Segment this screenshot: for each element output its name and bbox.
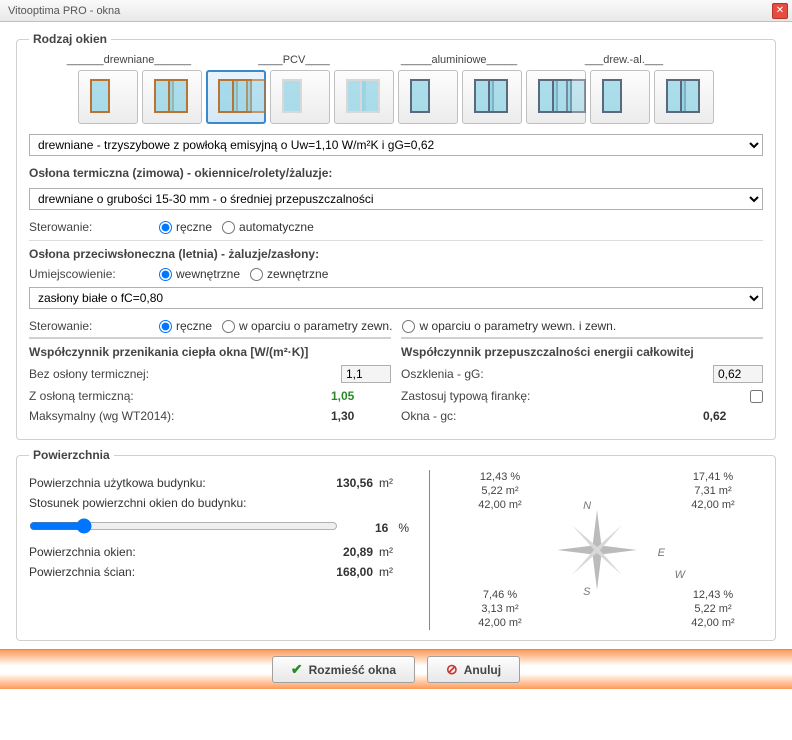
sun-ctrl-manual[interactable]: ręczne [159, 319, 212, 333]
usable-area-label: Powierzchnia użytkowa budynku: [29, 476, 309, 490]
windows-area-value: 20,89 [309, 545, 379, 559]
thermal-control-auto[interactable]: automatyczne [222, 220, 314, 234]
surface-legend: Powierzchnia [29, 448, 114, 462]
sun-ctrl-intext[interactable]: w oparciu o parametry wewn. i zewn. [402, 319, 616, 333]
ratio-label: Stosunek powierzchni okien do budynku: [29, 496, 409, 510]
window-type-select[interactable]: drewniane - trzyszybowe z powłoką emisyj… [29, 134, 763, 156]
compass-panel: N E W S 12,43 % 5,22 m² 42,00 m² 17,41 %… [429, 470, 763, 630]
g-window-label: Okna - gc: [401, 409, 703, 423]
window-drewal-2pane[interactable] [654, 70, 714, 124]
u-no-cover-label: Bez osłony termicznej: [29, 367, 341, 381]
sun-location-row: Umiejscowienie: wewnętrzne zewnętrzne [29, 267, 763, 281]
u-with-cover-label: Z osłoną termiczną: [29, 389, 331, 403]
u-no-cover-input[interactable] [341, 365, 391, 383]
window-wood-1pane[interactable] [78, 70, 138, 124]
ratio-value: 16 [348, 521, 388, 535]
g-window-value: 0,62 [703, 409, 763, 423]
surface-left: Powierzchnia użytkowa budynku: 130,56 m²… [29, 470, 409, 630]
usable-area-value: 130,56 [309, 476, 379, 490]
u-coeff-title: Współczynnik przenikania ciepła okna [W/… [29, 345, 391, 359]
window-category-labels: ______drewniane______ ____PCV____ _____a… [29, 54, 763, 66]
g-coeff-title: Współczynnik przepuszczalności energii c… [401, 345, 763, 359]
window-title: Vitooptima PRO - okna [8, 5, 772, 17]
window-pcv-1pane[interactable] [270, 70, 330, 124]
g-curtain-label: Zastosuj typową firankę: [401, 389, 750, 403]
surface-group: Powierzchnia Powierzchnia użytkowa budyn… [16, 448, 776, 641]
thermal-control-row: Sterowanie: ręczne automatyczne [29, 220, 763, 234]
u-max-value: 1,30 [331, 409, 391, 423]
u-max-label: Maksymalny (wg WT2014): [29, 409, 331, 423]
window-wood-2pane[interactable] [142, 70, 202, 124]
close-button[interactable]: ✕ [772, 3, 788, 19]
window-type-icons [29, 70, 763, 124]
thermal-cover-title: Osłona termiczna (zimowa) - okiennice/ro… [29, 166, 763, 180]
window-type-group: Rodzaj okien ______drewniane______ ____P… [16, 32, 776, 440]
g-glazing-label: Oszklenia - gG: [401, 367, 713, 381]
walls-area-label: Powierzchnia ścian: [29, 565, 309, 579]
check-icon: ✔ [291, 661, 303, 678]
sun-control-label: Sterowanie: [29, 319, 149, 333]
sun-control-row: Sterowanie: ręczne w oparciu o parametry… [29, 319, 763, 333]
ok-button[interactable]: ✔ Rozmieść okna [272, 656, 415, 683]
dir-e: 17,41 % 7,31 m² 42,00 m² [663, 470, 763, 512]
sun-ctrl-ext[interactable]: w oparciu o parametry zewn. [222, 319, 392, 333]
walls-area-value: 168,00 [309, 565, 379, 579]
cat-label-wood: ______drewniane______ [29, 54, 229, 66]
g-glazing-input[interactable] [713, 365, 763, 383]
window-wood-3pane[interactable] [206, 70, 266, 124]
dialog-body: Rodzaj okien ______drewniane______ ____P… [0, 22, 792, 641]
u-with-cover-value: 1,05 [331, 389, 391, 403]
titlebar: Vitooptima PRO - okna ✕ [0, 0, 792, 22]
dir-w: 7,46 % 3,13 m² 42,00 m² [450, 588, 550, 630]
sun-cover-title: Osłona przeciwsłoneczna (letnia) - żaluz… [29, 247, 763, 261]
compass-icon [552, 505, 642, 595]
bottom-bar: ✔ Rozmieść okna ⊘ Anuluj [0, 649, 792, 689]
dir-n: 12,43 % 5,22 m² 42,00 m² [450, 470, 550, 512]
g-coeff-panel: Współczynnik przepuszczalności energii c… [401, 337, 763, 429]
sun-loc-outer[interactable]: zewnętrzne [250, 267, 328, 281]
window-pcv-2pane[interactable] [334, 70, 394, 124]
windows-area-label: Powierzchnia okien: [29, 545, 309, 559]
thermal-cover-select[interactable]: drewniane o grubości 15-30 mm - o średni… [29, 188, 763, 210]
cancel-button[interactable]: ⊘ Anuluj [427, 656, 520, 683]
window-type-legend: Rodzaj okien [29, 32, 111, 46]
sun-cover-select[interactable]: zasłony białe o fC=0,80 [29, 287, 763, 309]
ratio-slider[interactable] [29, 518, 338, 534]
sun-loc-inner[interactable]: wewnętrzne [159, 267, 240, 281]
window-drewal-1pane[interactable] [590, 70, 650, 124]
window-alum-3pane[interactable] [526, 70, 586, 124]
cat-label-pcv: ____PCV____ [229, 54, 359, 66]
window-alum-1pane[interactable] [398, 70, 458, 124]
u-coeff-panel: Współczynnik przenikania ciepła okna [W/… [29, 337, 391, 429]
thermal-control-label: Sterowanie: [29, 220, 149, 234]
cat-label-drewal: ___drew.-al.___ [559, 54, 689, 66]
window-alum-2pane[interactable] [462, 70, 522, 124]
thermal-control-manual[interactable]: ręczne [159, 220, 212, 234]
sun-location-label: Umiejscowienie: [29, 267, 149, 281]
dir-s: 12,43 % 5,22 m² 42,00 m² [663, 588, 763, 630]
cat-label-alum: _____aluminiowe_____ [359, 54, 559, 66]
cancel-icon: ⊘ [446, 661, 458, 678]
g-curtain-checkbox[interactable] [750, 390, 763, 403]
